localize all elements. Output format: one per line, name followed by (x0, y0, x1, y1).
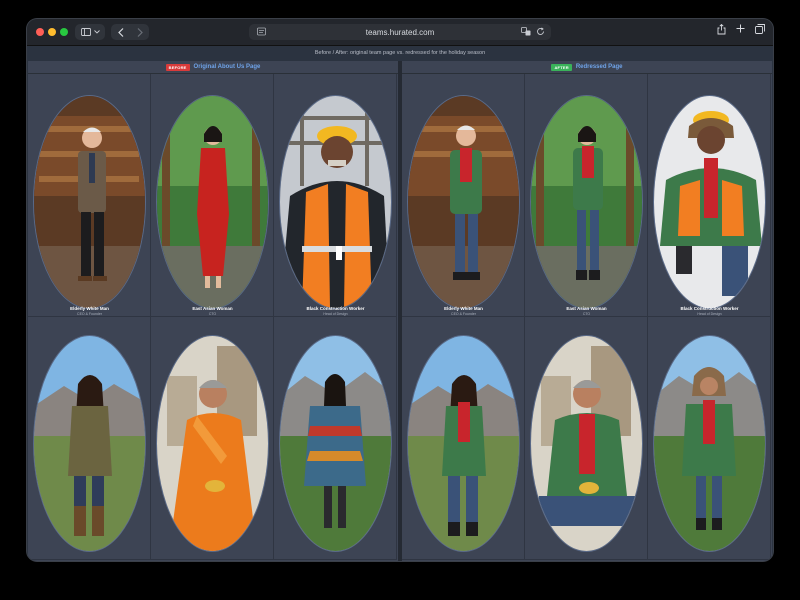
portrait-woman-red-dress (157, 96, 268, 308)
portrait-oval (156, 95, 269, 309)
person-role: CEO & Founder (451, 312, 476, 316)
portrait-oval (156, 335, 269, 552)
portrait-oval (653, 335, 766, 552)
before-card-6 (274, 317, 397, 560)
forward-icon[interactable] (137, 27, 143, 37)
portrait-oval (530, 95, 643, 309)
before-card-3: Black Construction Worker Head of Design (274, 74, 397, 317)
page-caption: Before / After: original team page vs. r… (27, 46, 773, 60)
person-role: Head of Design (697, 312, 722, 316)
person-role: CTO (582, 312, 591, 316)
after-card-1: Elderly White Man CEO & Founder (402, 74, 525, 317)
person-name: Black Construction Worker (306, 306, 365, 311)
portrait-oval (33, 95, 146, 309)
after-panel-title: Redressed Page (575, 64, 623, 70)
after-card-5 (525, 317, 648, 560)
after-badge: AFTER (551, 63, 572, 71)
before-card-5 (151, 317, 274, 560)
portrait-worker-holiday (654, 96, 765, 308)
after-card-4 (402, 317, 525, 560)
portrait-woman-olive-jacket (34, 336, 145, 551)
portrait-woman-jacket-holiday (408, 336, 519, 551)
portrait-oval (653, 95, 766, 309)
navigation-buttons (111, 24, 149, 40)
share-icon[interactable] (717, 24, 726, 35)
after-grid: Elderly White Man CEO & Founder East Asi… (402, 74, 772, 561)
person-name: Black Construction Worker (680, 306, 739, 311)
portrait-woman-parka-holiday (654, 336, 765, 551)
after-panel: AFTER Redressed Page Elderly White Man C… (402, 61, 772, 561)
caption-text: Before / After: original team page vs. r… (314, 50, 486, 56)
person-name: East Asian Woman (566, 306, 607, 311)
before-panel-header: BEFORE Original About Us Page (28, 61, 398, 74)
new-tab-icon[interactable] (736, 24, 745, 33)
after-panel-header: AFTER Redressed Page (402, 61, 772, 74)
translate-icon[interactable] (521, 27, 531, 36)
person-role: CEO & Founder (77, 312, 102, 316)
before-card-1: Elderly White Man CEO & Founder (28, 74, 151, 317)
browser-window: teams.hurated.com Before / After: origin… (27, 19, 773, 561)
after-card-3: Black Construction Worker Head of Design (648, 74, 771, 317)
before-panel-title: Original About Us Page (193, 64, 261, 70)
chevron-down-icon (93, 30, 100, 34)
sidebar-toggle-button[interactable] (75, 24, 105, 40)
portrait-oval (407, 335, 520, 552)
portrait-woman-seated-holiday (531, 336, 642, 551)
sidebar-icon (80, 28, 91, 36)
person-name: East Asian Woman (192, 306, 233, 311)
portrait-oval (530, 335, 643, 552)
zoom-window-button[interactable] (60, 28, 68, 36)
portrait-elderly-man-suit (34, 96, 145, 308)
tab-overview-icon[interactable] (755, 24, 765, 34)
portrait-construction-worker (280, 96, 391, 308)
address-bar[interactable]: teams.hurated.com (249, 24, 551, 40)
minimize-window-button[interactable] (48, 28, 56, 36)
before-card-2: East Asian Woman CTO (151, 74, 274, 317)
url-text: teams.hurated.com (365, 27, 435, 37)
portrait-oval (33, 335, 146, 552)
person-role: CTO (208, 312, 217, 316)
back-icon[interactable] (117, 27, 124, 37)
portrait-oval (407, 95, 520, 309)
portrait-oval (279, 335, 392, 552)
before-grid: Elderly White Man CEO & Founder East Asi… (28, 74, 398, 561)
portrait-woman-holiday (531, 96, 642, 308)
before-card-4 (28, 317, 151, 560)
before-badge: BEFORE (165, 63, 190, 71)
reload-icon[interactable] (536, 27, 545, 36)
portrait-elderly-man-holiday (408, 96, 519, 308)
person-name: Elderly White Man (444, 306, 483, 311)
after-card-2: East Asian Woman CTO (525, 74, 648, 317)
portrait-woman-orange-sari (157, 336, 268, 551)
person-name: Elderly White Man (70, 306, 109, 311)
portrait-woman-poncho (280, 336, 391, 551)
person-role: Head of Design (323, 312, 348, 316)
before-panel: BEFORE Original About Us Page Elderly Wh… (28, 61, 398, 561)
close-window-button[interactable] (36, 28, 44, 36)
after-card-6 (648, 317, 771, 560)
portrait-oval (279, 95, 392, 309)
page-menu-icon[interactable] (257, 27, 266, 36)
title-bar: teams.hurated.com (27, 19, 773, 46)
